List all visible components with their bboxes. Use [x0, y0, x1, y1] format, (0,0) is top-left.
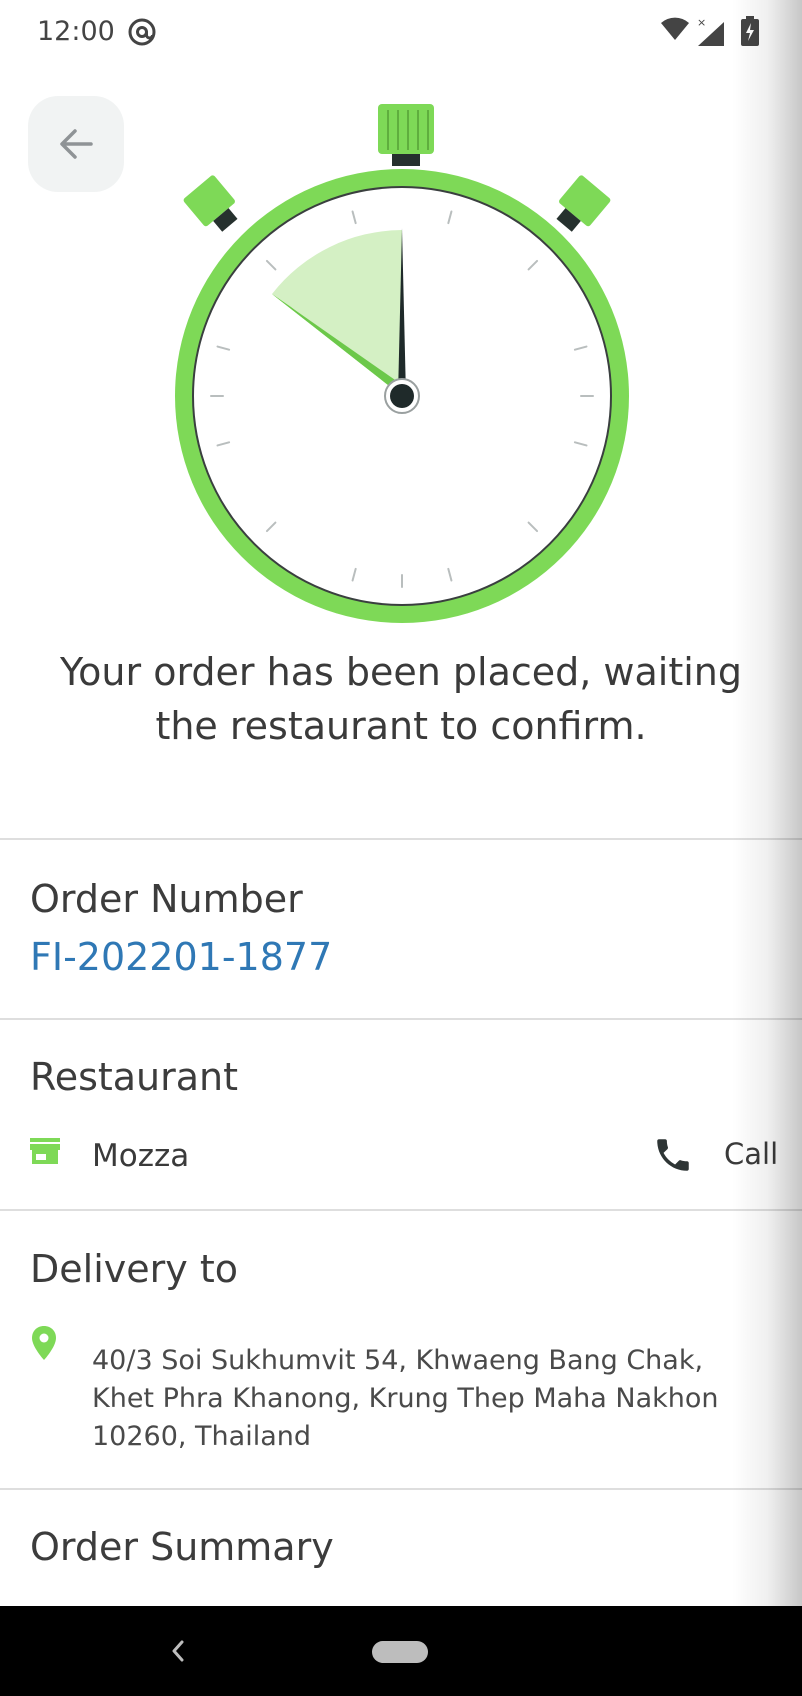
- back-button[interactable]: [28, 96, 124, 192]
- nav-back-icon[interactable]: [166, 1634, 188, 1668]
- system-nav-bar: [0, 1606, 802, 1696]
- stopwatch-icon: [175, 104, 629, 623]
- svg-text:×: ×: [697, 16, 706, 29]
- divider: [0, 1488, 802, 1490]
- status-bar: 12:00 ×: [0, 0, 802, 66]
- divider: [0, 1209, 802, 1211]
- call-label: Call: [724, 1137, 779, 1171]
- order-number-value: FI-202201-1877: [30, 935, 333, 979]
- restaurant-name: Mozza: [92, 1138, 190, 1174]
- order-summary-title: Order Summary: [30, 1525, 334, 1569]
- location-pin-icon: [32, 1326, 56, 1360]
- at-sign-icon: [128, 18, 156, 46]
- phone-icon: [657, 1139, 689, 1171]
- delivery-address: 40/3 Soi Sukhumvit 54, Khwaeng Bang Chak…: [92, 1345, 719, 1452]
- order-number-title: Order Number: [30, 877, 303, 921]
- divider: [0, 838, 802, 840]
- restaurant-title: Restaurant: [30, 1055, 239, 1099]
- battery-charging-icon: [741, 16, 759, 46]
- wifi-icon: [661, 17, 689, 40]
- order-status-message: Your order has been placed, waiting the …: [60, 650, 742, 748]
- nav-home-pill[interactable]: [372, 1641, 428, 1663]
- arrow-left-icon: [60, 129, 93, 159]
- divider: [0, 1018, 802, 1020]
- status-time: 12:00: [37, 16, 115, 47]
- delivery-title: Delivery to: [30, 1247, 238, 1291]
- call-button[interactable]: Call: [648, 1128, 778, 1182]
- signal-icon: ×: [697, 16, 724, 46]
- store-icon: [30, 1138, 60, 1164]
